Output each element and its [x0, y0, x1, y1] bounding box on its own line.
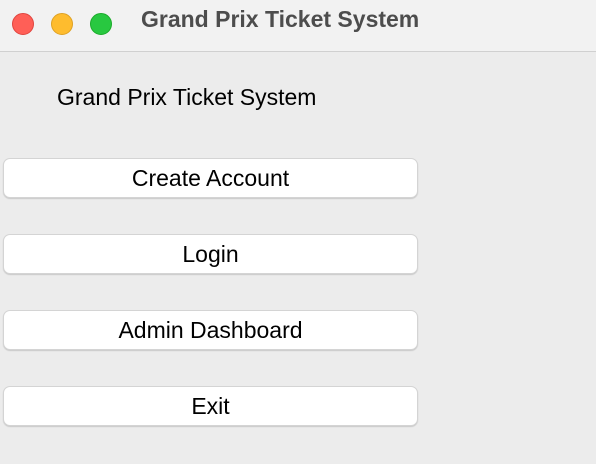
window-title: Grand Prix Ticket System	[141, 6, 420, 32]
minimize-window-button[interactable]	[51, 13, 73, 35]
close-window-button[interactable]	[12, 13, 34, 35]
page-title: Grand Prix Ticket System	[57, 84, 317, 110]
app-window: Grand Prix Ticket System Grand Prix Tick…	[0, 0, 596, 464]
zoom-window-button[interactable]	[90, 13, 112, 35]
admin-dashboard-button[interactable]: Admin Dashboard	[3, 310, 418, 350]
title-bar: Grand Prix Ticket System	[0, 0, 596, 52]
exit-button[interactable]: Exit	[3, 386, 418, 426]
create-account-button[interactable]: Create Account	[3, 158, 418, 198]
login-button[interactable]: Login	[3, 234, 418, 274]
